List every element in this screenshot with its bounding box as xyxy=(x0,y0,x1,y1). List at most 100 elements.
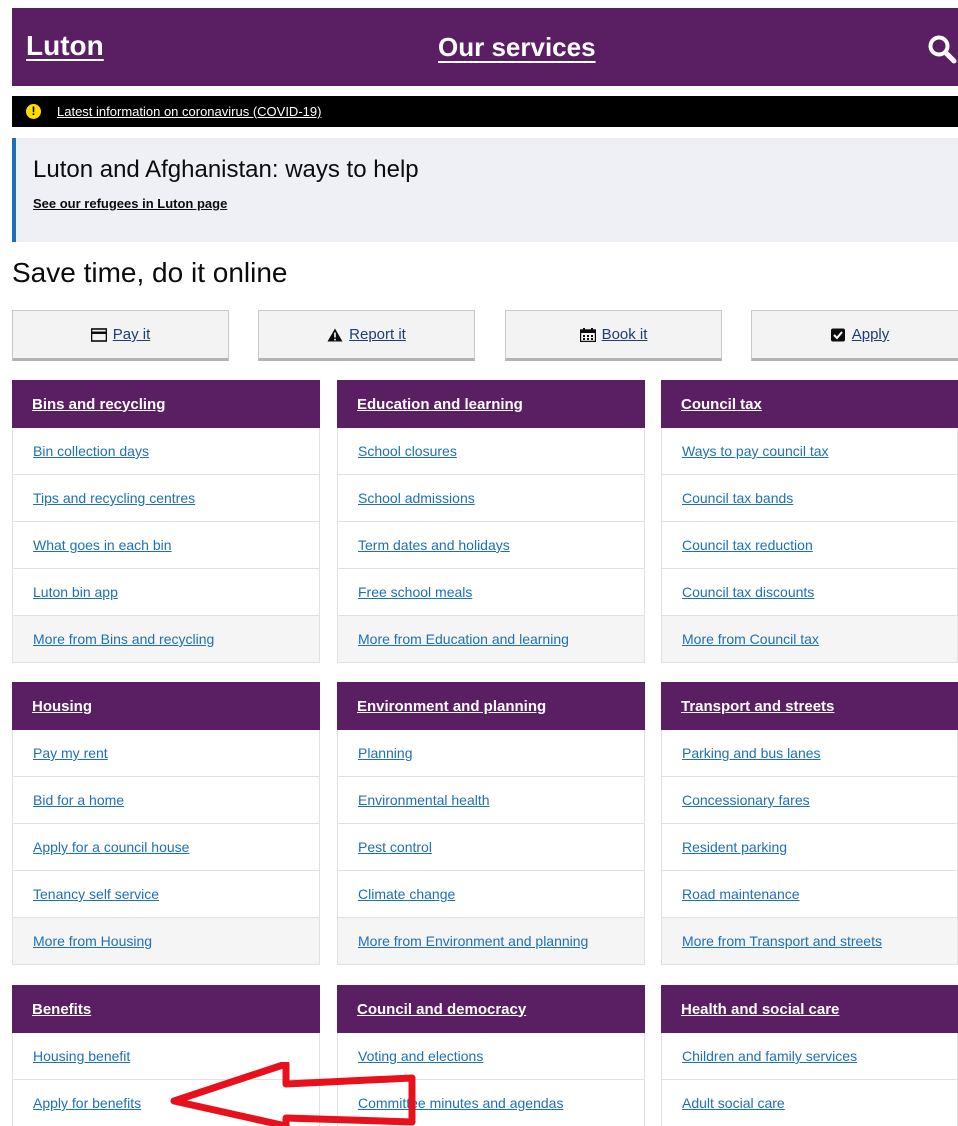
card-education-and-learning: Education and learning School closures S… xyxy=(337,380,645,663)
site-header: Luton Our services xyxy=(12,8,958,86)
card-link-text: Bid for a home xyxy=(33,792,125,808)
card-more-text: More from Transport and streets xyxy=(682,933,882,949)
card-header[interactable]: Bins and recycling xyxy=(12,380,320,428)
card-link[interactable]: Adult social care xyxy=(661,1080,958,1126)
card-more-link[interactable]: More from Education and learning xyxy=(337,616,645,663)
pay-it-label: Pay it xyxy=(112,326,151,343)
search-icon[interactable] xyxy=(927,34,957,64)
card-link[interactable]: Bin collection days xyxy=(12,428,320,475)
card-link-text: Children and family services xyxy=(682,1048,858,1064)
book-it-label: Book it xyxy=(601,326,648,343)
report-it-button[interactable]: Report it xyxy=(258,310,475,361)
card-link-text: Free school meals xyxy=(358,584,473,600)
refugees-link[interactable]: See our refugees in Luton page xyxy=(33,196,227,211)
card-link[interactable]: Resident parking xyxy=(661,824,958,871)
card-link-text: Apply for a council house xyxy=(33,839,190,855)
our-services-link[interactable]: Our services xyxy=(438,32,596,63)
notice-title: Luton and Afghanistan: ways to help xyxy=(33,156,419,183)
card-link-text: Environmental health xyxy=(358,792,490,808)
covid-banner: ! Latest information on coronavirus (COV… xyxy=(12,96,958,127)
card-header[interactable]: Council tax xyxy=(661,380,958,428)
card-link[interactable]: Council tax bands xyxy=(661,475,958,522)
card-header[interactable]: Health and social care xyxy=(661,985,958,1033)
card-link[interactable]: Climate change xyxy=(337,871,645,918)
card-title: Benefits xyxy=(32,1000,92,1018)
card-link-text: Adult social care xyxy=(682,1095,785,1111)
report-it-label: Report it xyxy=(349,326,406,343)
online-heading: Save time, do it online xyxy=(12,257,288,288)
card-more-link[interactable]: More from Council tax xyxy=(661,616,958,663)
card-link-text: Tenancy self service xyxy=(33,886,160,902)
card-title: Health and social care xyxy=(681,1000,840,1018)
card-more-link[interactable]: More from Environment and planning xyxy=(337,918,645,965)
apply-button[interactable]: Apply xyxy=(751,310,958,361)
warning-triangle-icon xyxy=(327,328,343,341)
card-link-text: Planning xyxy=(358,745,413,761)
card-link[interactable]: Parking and bus lanes xyxy=(661,730,958,777)
card-link[interactable]: Term dates and holidays xyxy=(337,522,645,569)
card-link-text: Concessionary fares xyxy=(682,792,810,808)
card-more-link[interactable]: More from Transport and streets xyxy=(661,918,958,965)
card-link[interactable]: Road maintenance xyxy=(661,871,958,918)
card-header[interactable]: Environment and planning xyxy=(337,682,645,730)
card-link-text: Council tax reduction xyxy=(682,537,813,553)
card-link[interactable]: Luton bin app xyxy=(12,569,320,616)
card-link[interactable]: Planning xyxy=(337,730,645,777)
card-link[interactable]: Pay my rent xyxy=(12,730,320,777)
card-more-text: More from Bins and recycling xyxy=(33,631,215,647)
card-link-text: Parking and bus lanes xyxy=(682,745,821,761)
card-header[interactable]: Education and learning xyxy=(337,380,645,428)
pay-it-button[interactable]: Pay it xyxy=(12,310,229,361)
card-link-text: Luton bin app xyxy=(33,584,118,600)
card-link-text: Council tax bands xyxy=(682,490,794,506)
card-header[interactable]: Housing xyxy=(12,682,320,730)
card-link[interactable]: Council tax reduction xyxy=(661,522,958,569)
luton-logo-link[interactable]: Luton xyxy=(26,30,104,62)
card-link[interactable]: Ways to pay council tax xyxy=(661,428,958,475)
annotation-arrow-icon xyxy=(170,1062,416,1126)
book-it-button[interactable]: Book it xyxy=(505,310,722,361)
card-link-text: Tips and recycling centres xyxy=(33,490,196,506)
warning-icon: ! xyxy=(26,104,41,119)
card-link-text: Housing benefit xyxy=(33,1048,131,1064)
card-link[interactable]: What goes in each bin xyxy=(12,522,320,569)
card-link[interactable]: Bid for a home xyxy=(12,777,320,824)
card-header[interactable]: Council and democracy xyxy=(337,985,645,1033)
card-link-text: School admissions xyxy=(358,490,475,506)
card-link[interactable]: Pest control xyxy=(337,824,645,871)
card-more-text: More from Education and learning xyxy=(358,631,569,647)
card-link-text: Council tax discounts xyxy=(682,584,815,600)
card-link-text: Apply for benefits xyxy=(33,1095,142,1111)
card-title: Council tax xyxy=(681,395,762,413)
card-link[interactable]: Environmental health xyxy=(337,777,645,824)
card-bins-and-recycling: Bins and recycling Bin collection days T… xyxy=(12,380,320,663)
card-link-text: Road maintenance xyxy=(682,886,800,902)
card-title: Bins and recycling xyxy=(32,395,166,413)
covid-link[interactable]: Latest information on coronavirus (COVID… xyxy=(57,104,321,119)
card-link[interactable]: Free school meals xyxy=(337,569,645,616)
checkbox-icon xyxy=(830,328,845,341)
card-title: Environment and planning xyxy=(357,697,547,715)
card-link-text: Term dates and holidays xyxy=(358,537,510,553)
apply-label: Apply xyxy=(851,326,890,343)
card-health-and-social-care: Health and social care Children and fami… xyxy=(661,985,958,1126)
card-more-text: More from Council tax xyxy=(682,631,819,647)
card-link-text: Pest control xyxy=(358,839,432,855)
card-link[interactable]: Children and family services xyxy=(661,1033,958,1080)
card-link-text: Ways to pay council tax xyxy=(682,443,829,459)
card-title: Education and learning xyxy=(357,395,523,413)
card-link[interactable]: Council tax discounts xyxy=(661,569,958,616)
card-more-link[interactable]: More from Bins and recycling xyxy=(12,616,320,663)
card-link[interactable]: Concessionary fares xyxy=(661,777,958,824)
card-link[interactable]: School closures xyxy=(337,428,645,475)
card-more-text: More from Environment and planning xyxy=(358,933,589,949)
card-link[interactable]: Tenancy self service xyxy=(12,871,320,918)
card-more-link[interactable]: More from Housing xyxy=(12,918,320,965)
card-link[interactable]: Apply for a council house xyxy=(12,824,320,871)
card-link[interactable]: School admissions xyxy=(337,475,645,522)
card-header[interactable]: Transport and streets xyxy=(661,682,958,730)
card-link[interactable]: Tips and recycling centres xyxy=(12,475,320,522)
card-header[interactable]: Benefits xyxy=(12,985,320,1033)
card-environment-and-planning: Environment and planning Planning Enviro… xyxy=(337,682,645,965)
card-title: Housing xyxy=(32,697,92,715)
